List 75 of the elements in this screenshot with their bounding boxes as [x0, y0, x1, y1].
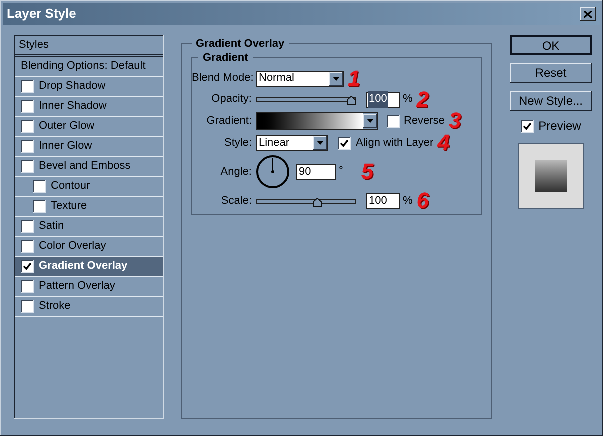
gradient-swatch: [535, 160, 567, 192]
checkbox-label: Reverse: [404, 114, 445, 129]
style-list-item[interactable]: Satin: [15, 217, 163, 237]
caret-icon: [316, 141, 324, 145]
dropdown-button[interactable]: [363, 114, 377, 128]
field-label: Angle:: [220, 164, 253, 180]
style-list-item[interactable]: Bevel and Emboss: [15, 157, 163, 177]
checkbox[interactable]: [21, 220, 34, 233]
annotation-number: 5: [361, 161, 374, 183]
unit-label: %: [403, 194, 413, 209]
checkbox[interactable]: [21, 100, 34, 113]
slider-thumb[interactable]: [347, 96, 356, 105]
checkbox[interactable]: [21, 160, 34, 173]
style-list-item[interactable]: Gradient Overlay: [15, 257, 163, 277]
checkbox[interactable]: [33, 200, 46, 213]
angle-field[interactable]: 90: [296, 164, 336, 180]
dialog-button[interactable]: OK: [510, 35, 592, 55]
style-list-item[interactable]: Pattern Overlay: [15, 277, 163, 297]
dialog-button[interactable]: Reset: [510, 63, 592, 83]
close-icon: [584, 10, 592, 18]
number-field[interactable]: 100: [366, 193, 400, 209]
style-list-item[interactable]: Inner Glow: [15, 137, 163, 157]
window-title: Layer Style: [7, 5, 76, 24]
slider-thumb[interactable]: [312, 198, 322, 206]
field-value: 100: [368, 91, 388, 108]
checkbox[interactable]: [21, 80, 34, 93]
number-field[interactable]: 100: [366, 92, 400, 108]
style-list-item[interactable]: Outer Glow: [15, 117, 163, 137]
checkmark-icon: [340, 138, 349, 148]
checkbox[interactable]: [21, 140, 34, 153]
annotation-number: 2: [416, 88, 430, 110]
blend-mode-select[interactable]: Normal: [256, 70, 344, 86]
caret-icon: [366, 119, 374, 123]
checkbox-label: Preview: [538, 118, 582, 135]
checkbox[interactable]: [33, 180, 46, 193]
field-label: Style:: [223, 136, 253, 151]
slider-track[interactable]: [256, 97, 356, 102]
style-list-item[interactable]: Blending Options: Default: [15, 57, 163, 77]
annotation-number: 3: [448, 110, 462, 132]
unit-label: °: [339, 164, 344, 179]
checkbox[interactable]: [21, 300, 34, 313]
dropdown-button[interactable]: [329, 72, 343, 86]
dialog-button[interactable]: New Style...: [510, 91, 592, 111]
field-label: Opacity:: [210, 92, 253, 108]
styles-header[interactable]: Styles: [15, 36, 163, 57]
section-title: Gradient Overlay: [192, 36, 289, 52]
caret-icon: [332, 76, 340, 80]
field-label: Blend Mode:: [192, 71, 255, 86]
checkbox[interactable]: [21, 240, 34, 253]
annotation-number: 4: [438, 132, 450, 154]
checkmark-icon: [23, 262, 32, 271]
annotation-number: 1: [348, 68, 360, 90]
gradient-picker[interactable]: [256, 112, 378, 130]
checkbox[interactable]: [21, 280, 34, 293]
style-list-item[interactable]: Drop Shadow: [15, 77, 163, 97]
unit-label: %: [403, 92, 413, 108]
field-value: 100: [368, 194, 388, 209]
field-label: Scale:: [220, 194, 253, 209]
close-button[interactable]: [580, 7, 596, 21]
style-list-item[interactable]: Contour: [15, 177, 163, 197]
checkmark-icon: [522, 122, 532, 130]
style-select[interactable]: Linear: [256, 135, 328, 151]
checkbox[interactable]: [520, 120, 534, 132]
checkbox[interactable]: [338, 136, 351, 150]
angle-dial[interactable]: [256, 155, 290, 189]
field-label: Gradient:: [206, 114, 253, 129]
checkbox[interactable]: [21, 260, 34, 273]
checkbox[interactable]: [21, 120, 34, 133]
dropdown-button[interactable]: [313, 136, 327, 150]
checkbox-label: Align with Layer: [356, 136, 434, 151]
checkbox[interactable]: [387, 114, 400, 128]
style-list-item[interactable]: Inner Shadow: [15, 97, 163, 117]
style-list-item[interactable]: Stroke: [15, 297, 163, 317]
style-list-item[interactable]: Texture: [15, 197, 163, 217]
annotation-number: 6: [416, 190, 430, 212]
